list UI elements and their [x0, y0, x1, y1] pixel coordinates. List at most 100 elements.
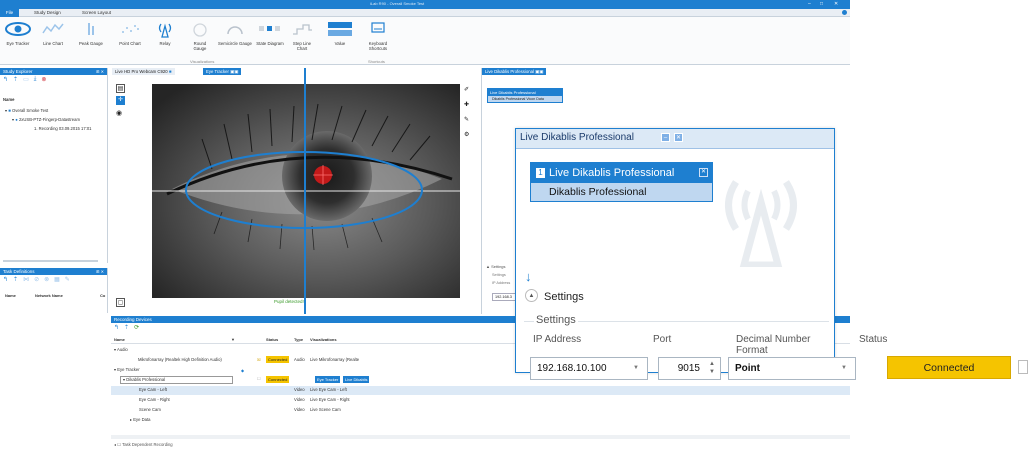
tool-icon-1[interactable]: ✐: [464, 86, 469, 93]
vis-tag-eye-tracker[interactable]: Eye Tracker: [315, 376, 341, 383]
point-chart-button[interactable]: Point Chart: [114, 20, 146, 46]
dikablis-record-checkbox[interactable]: ☐: [257, 376, 261, 381]
tab-study-design[interactable]: Study Design: [34, 9, 61, 17]
visualization-cell[interactable]: Live Mikrofonarray (Realte: [310, 357, 359, 362]
mic-record-checkbox[interactable]: ☒: [257, 357, 261, 362]
visualization-cell[interactable]: Live Eye Cam - Right: [310, 397, 350, 402]
ip-address-input[interactable]: 192.168.10.100 ▼: [530, 357, 648, 380]
tool-icon-2[interactable]: ✚: [464, 101, 469, 108]
device-row-dikablis[interactable]: ▾ Dikablis Professional: [120, 376, 233, 384]
menu-bar: File Study Design Screen Layout: [0, 9, 850, 17]
column-visualizations[interactable]: Visualizations: [310, 337, 337, 342]
copy-icon[interactable]: ▭: [23, 76, 29, 83]
device-row-eye-left[interactable]: Eye Cam - Left: [139, 387, 167, 392]
panel-header: Task Definitions ⊞ ✕: [0, 268, 107, 275]
download-icon[interactable]: ⤓: [34, 76, 37, 83]
column-co[interactable]: Co: [100, 293, 105, 298]
help-icon[interactable]: [842, 10, 847, 15]
device-row-eye-right[interactable]: Eye Cam - Right: [139, 397, 170, 402]
step-line-chart-button[interactable]: Step Line Chart: [289, 20, 315, 51]
screenshot-icon[interactable]: ▢: [116, 298, 125, 307]
column-network-name[interactable]: Network Name: [35, 293, 63, 298]
card-number: 1: [536, 168, 545, 178]
pin-icon[interactable]: ⊞ ✕: [96, 68, 104, 75]
task-definitions-panel: Task Definitions ⊞ ✕ ↰ ⇡ ⋈ ⊘ ⊗ ▦ ✎ Name Network…: [0, 268, 108, 313]
relay-button[interactable]: Relay: [155, 20, 175, 46]
crosshair-icon[interactable]: ✛: [116, 96, 125, 105]
close-button[interactable]: ✕: [834, 1, 838, 7]
dikablis-device-card[interactable]: 1 Live Dikablis Professional ✕ Dikablis …: [530, 162, 713, 202]
column-name[interactable]: Name: [5, 293, 16, 298]
settings-collapse-button[interactable]: ▲: [525, 289, 538, 302]
tab-dikablis[interactable]: Live Dikablis Professional ▣▣: [482, 68, 547, 75]
value-button[interactable]: Value: [325, 20, 355, 46]
eye-video-frame[interactable]: [152, 84, 460, 298]
decimal-format-select[interactable]: Point ▼: [728, 357, 856, 380]
up-icon[interactable]: ⇡: [13, 276, 18, 283]
vis-tag-live-dikablis[interactable]: Live Dikablis: [343, 376, 370, 383]
ban-icon[interactable]: ⊘: [34, 276, 39, 283]
semicircle-gauge-button[interactable]: Semicircle Gauge: [218, 20, 252, 46]
record-checkbox[interactable]: [1018, 360, 1028, 374]
folder-icon: ■: [8, 108, 11, 113]
visualization-cell[interactable]: Live Eye Cam - Left: [310, 387, 347, 392]
column-type[interactable]: Type: [294, 337, 303, 342]
tab-screen-layout[interactable]: Screen Layout: [82, 9, 111, 17]
add-device-icon[interactable]: ↰: [114, 324, 119, 331]
tool-icon-4[interactable]: ⚙: [464, 131, 469, 138]
port-stepper[interactable]: 9015 ▲ ▼: [658, 357, 721, 380]
status-label: Status: [859, 334, 888, 345]
settings-icon[interactable]: ▤: [116, 84, 125, 93]
line-chart-button[interactable]: Line Chart: [37, 20, 69, 46]
merge-icon[interactable]: ⋈: [23, 276, 29, 283]
file-menu[interactable]: File: [0, 9, 19, 17]
tree-node-recording[interactable]: 1. Recording 03.09.2015 17:01: [34, 126, 92, 131]
edit-icon[interactable]: ✎: [65, 276, 70, 283]
group-row-eye-tracker[interactable]: ▾ Eye Tracker: [114, 367, 140, 372]
column-name[interactable]: Name: [114, 337, 125, 342]
close-icon[interactable]: ▣▣: [230, 69, 238, 74]
device-row-scene[interactable]: Scene Cam: [139, 407, 161, 412]
chart-icon[interactable]: ▦: [54, 276, 60, 283]
column-status[interactable]: Status: [266, 337, 278, 342]
eye-tracker-button[interactable]: Eye Tracker: [3, 20, 33, 46]
round-gauge-button[interactable]: Round Gauge: [187, 20, 213, 51]
tool-icon-3[interactable]: ✎: [464, 116, 469, 123]
minimize-button[interactable]: –: [808, 1, 811, 7]
state-diagram-button[interactable]: State Diagram: [255, 20, 285, 46]
visualization-cell[interactable]: Live Scene Cam: [310, 407, 341, 412]
close-icon[interactable]: ✕: [674, 133, 683, 142]
settings-toggle-label[interactable]: Settings: [544, 291, 584, 303]
tree-node-subject[interactable]: ▾ ● 2xUSB-PTZ-Fingerp-Datastream: [12, 117, 80, 122]
close-icon[interactable]: ✕: [699, 168, 708, 177]
horizontal-scrollbar[interactable]: [111, 435, 850, 439]
pin-icon[interactable]: ⊞ ✕: [96, 268, 104, 275]
horizontal-scrollbar[interactable]: [3, 260, 98, 262]
delete-icon[interactable]: ⊗: [41, 76, 46, 83]
filter-icon[interactable]: ▼: [231, 337, 235, 342]
card-subtitle: Dikablis Professional: [531, 183, 712, 201]
cancel-icon[interactable]: ⊗: [44, 276, 49, 283]
pin-icon[interactable]: –: [661, 133, 670, 142]
settings-toggle-small[interactable]: ▲ Settings: [486, 264, 506, 269]
up-icon[interactable]: ⇡: [124, 324, 129, 331]
ribbon: Eye Tracker Line Chart Peak Gauge Point …: [0, 17, 850, 65]
maximize-button[interactable]: □: [820, 1, 823, 7]
add-icon[interactable]: ↰: [3, 76, 8, 83]
tab-eye-tracker[interactable]: Eye Tracker ▣▣: [203, 68, 242, 75]
tree-node-study[interactable]: ▾ ■ Overall Smoke Test: [5, 108, 48, 113]
peak-gauge-button[interactable]: Peak Gauge: [74, 20, 108, 46]
dikablis-card-small[interactable]: Live Dikablis Professional Dikablis Prof…: [487, 88, 563, 103]
device-row-mic[interactable]: Mikrofonarray (Realtek High Definition A…: [138, 357, 222, 362]
keyboard-shortcuts-button[interactable]: Keyboard Shortcuts: [365, 20, 391, 51]
refresh-icon[interactable]: ⟳: [134, 324, 139, 331]
group-row-eye-data[interactable]: ▸ Eye Data: [130, 417, 151, 422]
stepper-icon[interactable]: ▲ ▼: [709, 360, 715, 376]
splitter-line[interactable]: [304, 68, 306, 314]
task-dependent-checkbox[interactable]: ◂ ☐ Task Dependent Recording: [114, 442, 173, 447]
eye-toggle-icon[interactable]: ◉: [116, 109, 122, 117]
tab-webcam[interactable]: Live HD Pro Webcam C920 ■: [112, 68, 175, 75]
new-icon[interactable]: ⇡: [13, 76, 18, 83]
group-row-audio[interactable]: ▾ Audio: [114, 347, 128, 352]
add-icon[interactable]: ↰: [3, 276, 8, 283]
